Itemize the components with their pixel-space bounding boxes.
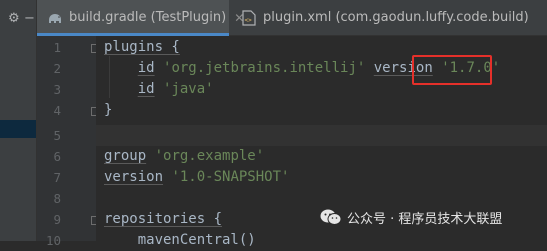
code-line: plugins { [104, 39, 180, 55]
line-number-gutter: 1 2 3 4 5 6 7 8 9 10 [37, 36, 100, 248]
version-highlight-box [412, 55, 492, 85]
wechat-logo-icon [320, 208, 342, 226]
svg-text:<>: <> [245, 17, 253, 24]
code-line: repositories { [104, 211, 223, 227]
selected-tree-row[interactable] [0, 120, 36, 138]
code-line: group 'org.example' [104, 148, 265, 164]
project-tool-window-edge: ⚙ − [0, 0, 36, 241]
line-number: 8 [53, 191, 61, 206]
tab-title: plugin.xml (com.gaodun.luffy.code.build) [263, 10, 529, 25]
minimize-icon[interactable]: − [24, 12, 35, 25]
line-number: 2 [53, 61, 61, 76]
code-line: id 'java' [137, 81, 214, 97]
editor-tab-bar: build.gradle (TestPlugin) ✕ <> plugin.xm… [37, 0, 547, 36]
line-number: 5 [53, 128, 61, 143]
code-line: } [104, 102, 113, 118]
line-number: 3 [53, 82, 61, 97]
xml-file-icon: <> [241, 9, 257, 26]
line-number: 7 [53, 170, 61, 185]
tab-plugin-xml[interactable]: <> plugin.xml (com.gaodun.luffy.code.bui… [233, 0, 547, 35]
line-number: 6 [53, 149, 61, 164]
watermark: 公众号 · 程序员技术大联盟 [320, 204, 502, 230]
gradle-elephant-icon [47, 10, 63, 26]
tab-build-gradle[interactable]: build.gradle (TestPlugin) ✕ [37, 0, 244, 36]
line-number: 9 [53, 212, 61, 227]
line-number: 4 [53, 103, 61, 118]
tab-title: build.gradle (TestPlugin) [69, 10, 227, 25]
watermark-text: 公众号 · 程序员技术大联盟 [347, 211, 503, 227]
settings-icon[interactable]: ⚙ [8, 12, 20, 25]
caret-line-highlight [96, 125, 547, 146]
line-number: 1 [53, 40, 61, 55]
code-line: version '1.0-SNAPSHOT' [104, 169, 290, 185]
